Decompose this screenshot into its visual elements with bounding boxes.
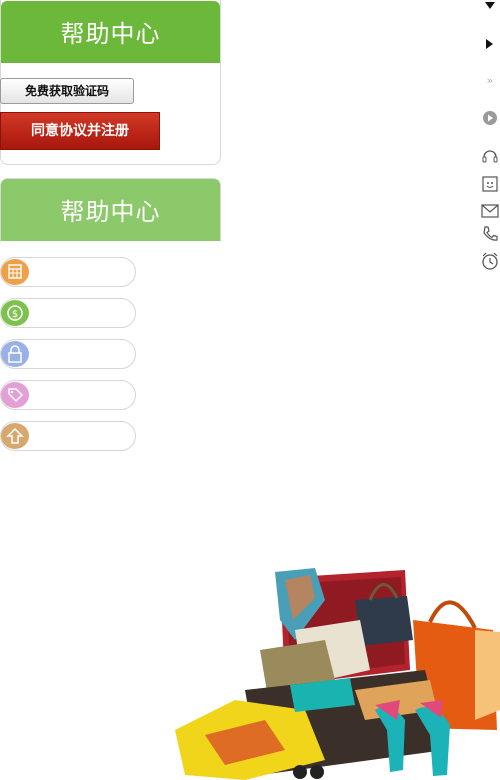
wechat-icon[interactable]: [480, 174, 500, 194]
svg-text:$: $: [12, 309, 18, 320]
double-chevron-icon[interactable]: »: [480, 70, 500, 90]
help-center-header: 帮助中心: [1, 1, 220, 63]
upload-icon: [1, 423, 29, 449]
phone-icon[interactable]: [480, 224, 500, 244]
mail-icon[interactable]: [480, 201, 500, 221]
alarm-icon[interactable]: [480, 251, 500, 271]
suitcase-products-image: [175, 568, 500, 780]
triangle-right-icon[interactable]: [480, 34, 500, 54]
lock-icon: [1, 341, 29, 367]
play-icon[interactable]: [480, 108, 500, 128]
help-center-header-2: 帮助中心: [1, 179, 220, 241]
calendar-icon: [1, 259, 29, 285]
menu-item-upload[interactable]: [0, 421, 136, 451]
get-verification-code-button[interactable]: 免费获取验证码: [0, 78, 134, 104]
headset-icon[interactable]: [480, 146, 500, 166]
agree-and-register-button[interactable]: 同意协议并注册: [0, 112, 160, 150]
menu-item-calendar[interactable]: [0, 257, 136, 287]
coin-icon: $: [1, 300, 29, 326]
tag-icon: [1, 382, 29, 408]
triangle-down-icon[interactable]: [480, 0, 500, 16]
menu-item-lock[interactable]: [0, 339, 136, 369]
menu-item-tag[interactable]: [0, 380, 136, 410]
menu-item-coin[interactable]: $: [0, 298, 136, 328]
